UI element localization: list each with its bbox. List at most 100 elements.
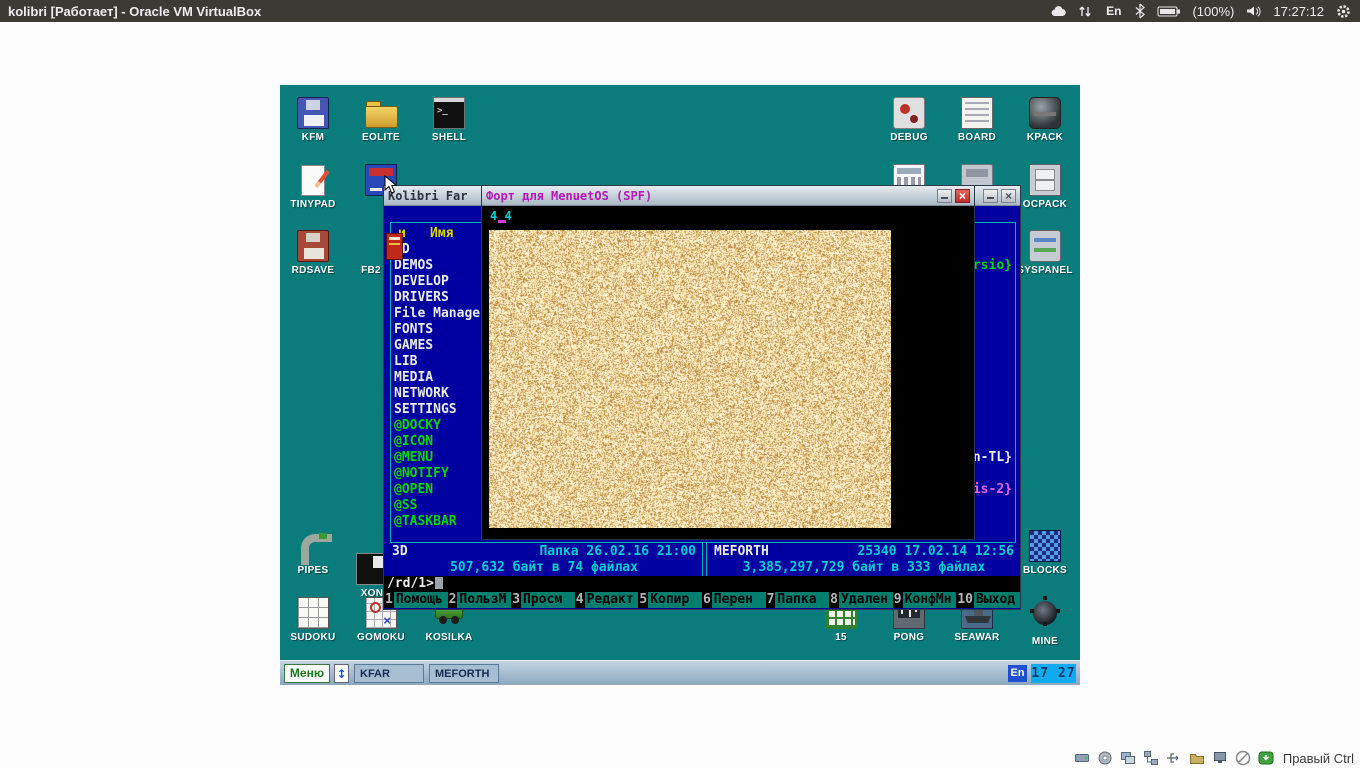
icon-label: TINYPAD: [281, 199, 345, 210]
desktop-icon-pipes[interactable]: PIPES: [281, 530, 345, 576]
fnkey-10[interactable]: 10Выход: [956, 592, 1020, 608]
icon-label: KOSILKA: [417, 632, 481, 643]
updown-arrows-icon[interactable]: [1077, 3, 1093, 19]
selected-file-info: Папка 26.02.16 21:00: [539, 544, 696, 560]
minimize-icon[interactable]: [983, 189, 998, 203]
vm-keyboard-layout[interactable]: En: [1008, 665, 1027, 682]
usb-icon[interactable]: [1166, 750, 1182, 766]
desktop-icon-board[interactable]: BOARD: [945, 97, 1009, 143]
spf-window: Форт для MenuetOS (SPF) 4 4: [481, 185, 975, 540]
fnkey-1[interactable]: 1Помощь: [384, 592, 448, 608]
desktop-icon-tinypad[interactable]: TINYPAD: [281, 164, 345, 210]
network-icon[interactable]: [1143, 750, 1159, 766]
bluetooth-icon[interactable]: [1134, 3, 1146, 19]
selected-file-info: 25340 17.02.14 12:56: [857, 544, 1014, 560]
mine-icon: [1033, 601, 1057, 625]
desktop-switch-button[interactable]: [334, 664, 349, 683]
left-panel-totals: 507,632 байт в 74 файлах: [392, 560, 696, 576]
panel-border: [390, 222, 391, 542]
command-prompt: /rd/1>: [387, 576, 434, 591]
save-disk-icon: [297, 230, 329, 262]
fnkey-7[interactable]: 7Папка: [766, 592, 830, 608]
fnkey-9[interactable]: 9КонфМн: [893, 592, 957, 608]
fnkey-4[interactable]: 4Редакт: [575, 592, 639, 608]
desktop-icon-syspanel[interactable]: SYSPANEL: [1013, 230, 1077, 276]
panel-border: [1015, 222, 1016, 542]
icon-label: KFM: [281, 132, 345, 143]
icon-label: PONG: [877, 632, 941, 643]
desktop-icon-kfm[interactable]: KFM: [281, 97, 345, 143]
mouse-capture-icon[interactable]: [1235, 750, 1251, 766]
desktop-icon-rdsave[interactable]: RDSAVE: [281, 230, 345, 276]
display-icon[interactable]: [1212, 750, 1228, 766]
shared-folder-icon[interactable]: [1189, 750, 1205, 766]
host-titlebar: kolibri [Работает] - Oracle VM VirtualBo…: [0, 0, 1360, 22]
keyboard-layout-indicator[interactable]: En: [1104, 4, 1123, 18]
menu-button[interactable]: Меню: [284, 664, 330, 683]
icon-label: SEAWAR: [945, 632, 1009, 643]
icon-label: BOARD: [945, 132, 1009, 143]
gear-icon[interactable]: [1335, 3, 1352, 20]
desktop-icon-kpack[interactable]: KPACK: [1013, 97, 1077, 143]
icon-label: OCPACK: [1013, 199, 1077, 210]
vbox-statusbar: Правый Ctrl: [1074, 750, 1354, 766]
monitors-icon[interactable]: [1120, 750, 1136, 766]
desktop-icon-sudoku[interactable]: SUDOKU: [281, 597, 345, 643]
icon-label: SUDOKU: [281, 632, 345, 643]
taskbar-task-kfar[interactable]: KFAR: [354, 664, 424, 683]
battery-percent: (100%): [1192, 4, 1234, 19]
pipe-icon: [297, 530, 329, 562]
fnkey-8[interactable]: 8Удален: [829, 592, 893, 608]
icon-label: SHELL: [417, 132, 481, 143]
desktop-icon-ocpack[interactable]: OCPACK: [1013, 164, 1077, 210]
grid-icon: [297, 597, 329, 629]
forth-cursor: [498, 220, 506, 223]
battery-icon[interactable]: [1157, 3, 1181, 20]
icon-label: SYSPANEL: [1013, 265, 1077, 276]
cloud-icon[interactable]: [1050, 3, 1066, 19]
fnkey-3[interactable]: 3Просм: [511, 592, 575, 608]
bug-icon: [893, 97, 925, 129]
fb2read-icon[interactable]: [386, 233, 403, 260]
icon-label: 15: [809, 632, 873, 643]
fnkey-6[interactable]: 6Перен: [702, 592, 766, 608]
desktop-icon-mine[interactable]: MINE: [1013, 597, 1077, 647]
volume-icon[interactable]: [1245, 3, 1262, 19]
icon-label: KPACK: [1013, 132, 1077, 143]
close-icon[interactable]: [1001, 189, 1016, 203]
left-panel-status: 3D Папка 26.02.16 21:00: [392, 544, 696, 560]
fnkey-5[interactable]: 5Копир: [638, 592, 702, 608]
folder-icon: [365, 97, 397, 129]
desktop-icon-eolite[interactable]: EOLITE: [349, 97, 413, 143]
vm-clock[interactable]: 17 27: [1031, 664, 1076, 683]
icon-label: RDSAVE: [281, 265, 345, 276]
icon-label: PIPES: [281, 565, 345, 576]
desktop-icon-debug[interactable]: DEBUG: [877, 97, 941, 143]
taskbar-task-meforth[interactable]: MEFORTH: [429, 664, 499, 683]
command-line[interactable]: /rd/1>: [384, 576, 1020, 592]
close-icon[interactable]: [955, 189, 970, 203]
cd-icon[interactable]: [1097, 750, 1113, 766]
package-icon: [1029, 97, 1061, 129]
kfar-title: Kolibri Far: [388, 189, 467, 203]
desktop-icon-blocks[interactable]: BLOCKS: [1013, 530, 1077, 576]
selected-file-name: MEFORTH: [714, 544, 769, 560]
host-clock[interactable]: 17:27:12: [1273, 4, 1324, 19]
spf-titlebar[interactable]: Форт для MenuetOS (SPF): [482, 186, 974, 206]
fnkey-2[interactable]: 2ПользМ: [448, 592, 512, 608]
terminal-icon: [433, 97, 465, 129]
hdd-icon[interactable]: [1074, 750, 1090, 766]
panel-divider: [702, 543, 707, 576]
minimize-icon[interactable]: [937, 189, 952, 203]
system-tray: En (100%) 17:27:12: [1050, 3, 1360, 20]
spf-title: Форт для MenuetOS (SPF): [486, 189, 652, 203]
notepad-icon: [297, 164, 329, 196]
host-key-label: Правый Ctrl: [1283, 751, 1354, 766]
selected-file-name: 3D: [392, 544, 408, 560]
keyboard-capture-icon[interactable]: [1258, 750, 1274, 766]
desktop-icon-shell[interactable]: SHELL: [417, 97, 481, 143]
column-header-name[interactable]: Имя: [430, 226, 453, 241]
vm-display[interactable]: KFM EOLITE SHELL DEBUG BOARD KPACK TINYP…: [280, 85, 1080, 685]
file-item-fragment[interactable]: is-2}: [973, 482, 1012, 497]
board-icon: [961, 97, 993, 129]
